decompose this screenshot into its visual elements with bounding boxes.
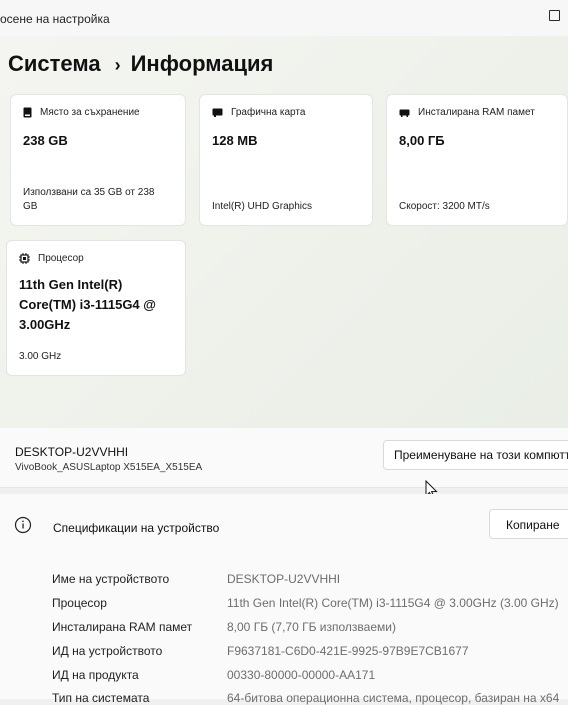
processor-value-line1: 11th Gen Intel(R) [19, 277, 123, 292]
spec-key: Процесор [52, 596, 107, 610]
window-title: осене на настройка [0, 12, 110, 26]
breadcrumb-separator-icon: › [114, 55, 121, 75]
graphics-model: Intel(R) UHD Graphics [212, 201, 313, 212]
spec-key: ИД на продукта [52, 668, 139, 682]
ram-icon [399, 109, 410, 117]
ram-label: Инсталирана RAM памет [418, 107, 535, 118]
storage-icon [23, 107, 32, 118]
storage-used-text-unit: GB [23, 201, 38, 212]
info-icon [14, 516, 32, 534]
spec-key: Тип на системата [52, 691, 150, 705]
rename-pc-button[interactable]: Преименуване на този компютър [383, 440, 568, 470]
spec-value[interactable]: DESKTOP-U2VVHHI [227, 572, 340, 586]
ram-value: 8,00 ГБ [399, 133, 445, 148]
processor-value-line2: Core(TM) i3-1115G4 @ [19, 297, 156, 312]
spec-value[interactable]: F9637181-C6D0-421E-9925-97B9E7CB1677 [227, 644, 469, 658]
storage-label: Място за съхранение [40, 107, 140, 118]
spec-key: Инсталирана RAM памет [52, 620, 193, 634]
storage-card: Място за съхранение 238 GB Използвани са… [10, 94, 186, 226]
processor-value-line3: 3.00GHz [19, 317, 71, 332]
page-title: Информация [130, 51, 274, 76]
copy-button[interactable]: Копиране [489, 509, 568, 539]
spec-value[interactable]: 00330-80000-00000-AA171 [227, 668, 375, 682]
graphics-card: Графична карта 128 MB Intel(R) UHD Graph… [199, 94, 373, 226]
spec-value[interactable]: 11th Gen Intel(R) Core(TM) i3-1115G4 @ 3… [227, 596, 559, 610]
device-name-section: DESKTOP-U2VVHHI VivoBook_ASUSLaptop X515… [0, 428, 568, 488]
storage-used-text: Използвани са 35 GB от 238 [23, 187, 155, 198]
spec-value[interactable]: 8,00 ГБ (7,70 ГБ използваеми) [227, 620, 396, 634]
title-bar: осене на настройка [0, 0, 568, 37]
processor-card: Процесор 11th Gen Intel(R) Core(TM) i3-1… [6, 240, 186, 376]
storage-value: 238 GB [23, 133, 68, 148]
ram-speed: Скорост: 3200 MT/s [399, 201, 490, 212]
spec-value[interactable]: 64-битова операционна система, процесор,… [227, 691, 559, 705]
spec-key: Име на устройството [52, 572, 170, 586]
spec-key: ИД на устройството [52, 644, 163, 658]
graphics-card-icon [212, 108, 223, 117]
device-name: DESKTOP-U2VVHHI [15, 445, 129, 459]
breadcrumb: Система › Информация [8, 51, 273, 77]
specifications-title: Спецификации на устройство [53, 521, 220, 535]
graphics-value: 128 MB [212, 133, 258, 148]
device-specifications-section: Спецификации на устройство Копиране Име … [0, 494, 568, 705]
ram-card: Инсталирана RAM памет 8,00 ГБ Скорост: 3… [386, 94, 568, 226]
processor-icon [19, 253, 30, 264]
breadcrumb-parent[interactable]: Система [8, 51, 101, 76]
processor-label: Процесор [38, 253, 84, 264]
maximize-icon[interactable] [549, 10, 560, 21]
device-model: VivoBook_ASUSLaptop X515EA_X515EA [15, 462, 203, 473]
graphics-label: Графична карта [231, 107, 306, 118]
processor-speed: 3.00 GHz [19, 351, 62, 362]
